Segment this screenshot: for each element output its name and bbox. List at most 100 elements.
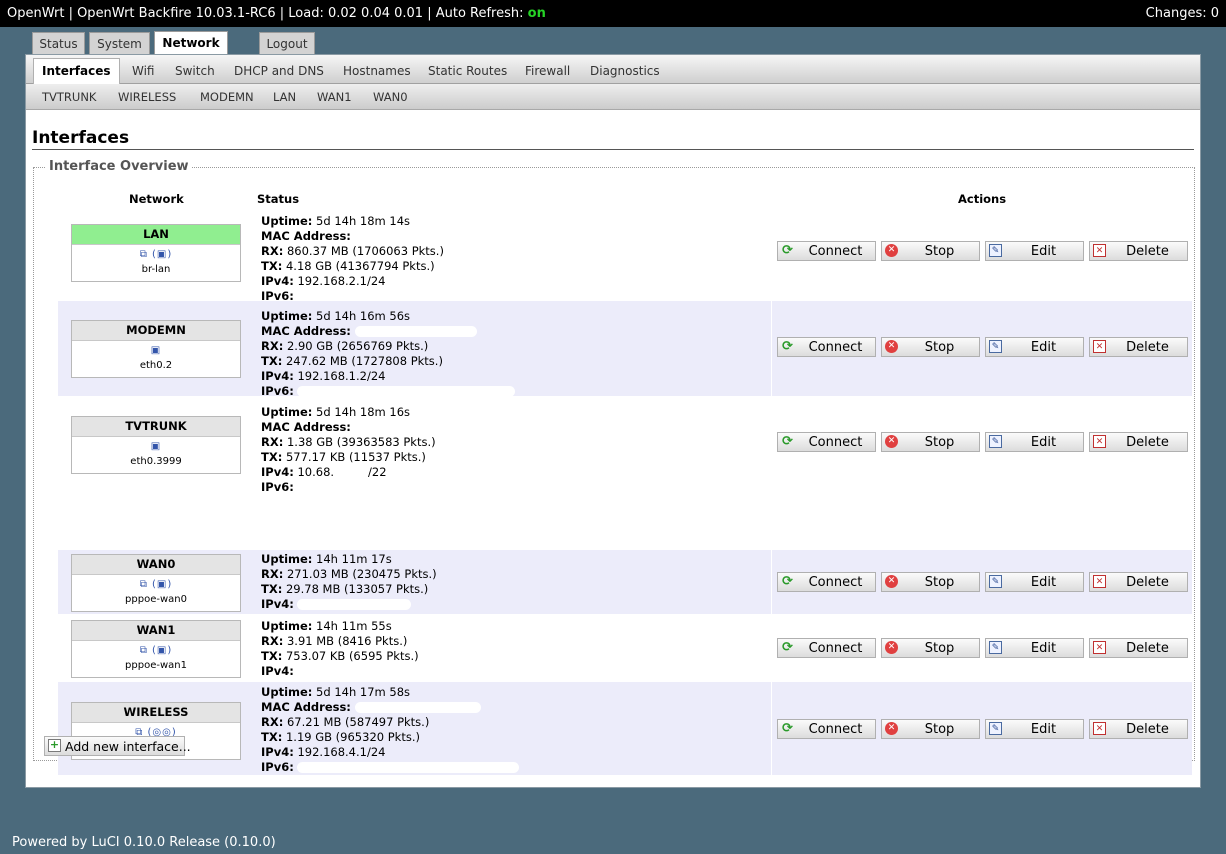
content-panel: Interfaces Wifi Switch DHCP and DNS Host… xyxy=(25,54,1201,788)
tab-logout[interactable]: Logout xyxy=(259,32,315,54)
delete-button[interactable]: ✕ Delete xyxy=(1089,432,1188,452)
network-name: MODEMN xyxy=(72,321,240,341)
iface-tab-wireless[interactable]: WIRELESS xyxy=(118,84,176,109)
redacted-value xyxy=(354,702,481,713)
subtab-hostnames[interactable]: Hostnames xyxy=(343,59,411,83)
interface-row-tvtrunk: TVTRUNK ▣ eth0.3999 Uptime: 5d 14h 18m 1… xyxy=(58,396,1192,494)
stop-icon: ✕ xyxy=(885,244,898,257)
interface-overview-legend: Interface Overview xyxy=(46,159,192,174)
edit-icon: ✎ xyxy=(989,641,1002,654)
interface-row-wireless: WIRELESS ⧉ (◎◎) br-wireless Uptime: 5d 1… xyxy=(58,682,1192,775)
sub-navigation: Interfaces Wifi Switch DHCP and DNS Host… xyxy=(26,55,1200,84)
delete-button[interactable]: ✕ Delete xyxy=(1089,719,1188,739)
subtab-diagnostics[interactable]: Diagnostics xyxy=(590,59,660,83)
reload-icon: ⟳ xyxy=(782,721,793,736)
system-info: OpenWrt | OpenWrt Backfire 10.03.1-RC6 |… xyxy=(7,6,546,21)
iface-tab-tvtrunk[interactable]: TVTRUNK xyxy=(42,84,96,109)
subtab-dhcp-dns[interactable]: DHCP and DNS xyxy=(234,59,324,83)
edit-icon: ✎ xyxy=(989,340,1002,353)
stop-button[interactable]: ✕ Stop xyxy=(881,241,980,261)
network-name: WAN0 xyxy=(72,555,240,575)
interface-row-wan1: WAN1 ⧉ (▣) pppoe-wan1 Uptime: 14h 11m 55… xyxy=(58,614,1192,682)
device-name: eth0.2 xyxy=(139,360,173,371)
network-name: LAN xyxy=(72,225,240,245)
connect-button[interactable]: ⟳ Connect xyxy=(777,572,876,592)
connect-button[interactable]: ⟳ Connect xyxy=(777,719,876,739)
edit-icon: ✎ xyxy=(989,244,1002,257)
iface-tab-wan0[interactable]: WAN0 xyxy=(373,84,408,109)
delete-icon: ✕ xyxy=(1093,575,1106,588)
stop-button[interactable]: ✕ Stop xyxy=(881,719,980,739)
interface-status: Uptime: 5d 14h 17m 58s MAC Address: RX: … xyxy=(261,685,520,775)
interface-row-modemn: MODEMN ▣ eth0.2 Uptime: 5d 14h 16m 56s M… xyxy=(58,301,1192,398)
tab-system[interactable]: System xyxy=(89,32,150,54)
connect-button[interactable]: ⟳ Connect xyxy=(777,241,876,261)
interface-row-wan0: WAN0 ⧉ (▣) pppoe-wan0 Uptime: 14h 11m 17… xyxy=(58,550,1192,614)
network-box: WAN1 ⧉ (▣) pppoe-wan1 xyxy=(71,620,241,678)
connect-button[interactable]: ⟳ Connect xyxy=(777,337,876,357)
changes-counter[interactable]: Changes: 0 xyxy=(1146,0,1219,28)
stop-button[interactable]: ✕ Stop xyxy=(881,337,980,357)
subtab-wifi[interactable]: Wifi xyxy=(132,59,155,83)
pppoe-icon: ⧉ (▣) xyxy=(139,579,173,590)
interface-status: Uptime: 5d 14h 18m 14s MAC Address: RX: … xyxy=(261,214,444,303)
subtab-switch[interactable]: Switch xyxy=(175,59,215,83)
edit-button[interactable]: ✎ Edit xyxy=(985,337,1084,357)
column-status: Status xyxy=(257,192,300,206)
footer-text: Powered by LuCI 0.10.0 Release (0.10.0) xyxy=(12,835,276,850)
edit-button[interactable]: ✎ Edit xyxy=(985,719,1084,739)
redacted-value xyxy=(297,599,412,610)
interface-status: Uptime: 14h 11m 55s RX: 3.91 MB (8416 Pk… xyxy=(261,619,419,678)
edit-button[interactable]: ✎ Edit xyxy=(985,638,1084,658)
stop-button[interactable]: ✕ Stop xyxy=(881,572,980,592)
stop-icon: ✕ xyxy=(885,435,898,448)
reload-icon: ⟳ xyxy=(782,640,793,655)
device-name: eth0.3999 xyxy=(130,456,182,467)
delete-button[interactable]: ✕ Delete xyxy=(1089,572,1188,592)
connect-button[interactable]: ⟳ Connect xyxy=(777,432,876,452)
edit-button[interactable]: ✎ Edit xyxy=(985,241,1084,261)
connect-button[interactable]: ⟳ Connect xyxy=(777,638,876,658)
stop-icon: ✕ xyxy=(885,340,898,353)
bridge-icon: ⧉ (▣) xyxy=(139,249,173,260)
delete-button[interactable]: ✕ Delete xyxy=(1089,638,1188,658)
tab-status[interactable]: Status xyxy=(32,32,85,54)
iface-tab-lan[interactable]: LAN xyxy=(273,84,296,109)
interface-navigation: TVTRUNK WIRELESS MODEMN LAN WAN1 WAN0 xyxy=(26,84,1200,110)
network-box: TVTRUNK ▣ eth0.3999 xyxy=(71,416,241,474)
edit-icon: ✎ xyxy=(989,435,1002,448)
edit-button[interactable]: ✎ Edit xyxy=(985,432,1084,452)
interface-status: Uptime: 5d 14h 18m 16s MAC Address: RX: … xyxy=(261,405,436,494)
subtab-firewall[interactable]: Firewall xyxy=(525,59,570,83)
reload-icon: ⟳ xyxy=(782,339,793,354)
add-interface-button[interactable]: + Add new interface... xyxy=(44,736,191,756)
add-icon: + xyxy=(48,738,61,752)
delete-icon: ✕ xyxy=(1093,340,1106,353)
stop-button[interactable]: ✕ Stop xyxy=(881,638,980,658)
page-title: Interfaces xyxy=(32,128,130,148)
iface-tab-wan1[interactable]: WAN1 xyxy=(317,84,352,109)
network-box: LAN ⧉ (▣) br-lan xyxy=(71,224,241,282)
delete-button[interactable]: ✕ Delete xyxy=(1089,241,1188,261)
delete-icon: ✕ xyxy=(1093,722,1106,735)
auto-refresh-toggle[interactable]: on xyxy=(528,6,546,21)
tab-network[interactable]: Network xyxy=(154,31,228,54)
delete-icon: ✕ xyxy=(1093,244,1106,257)
edit-button[interactable]: ✎ Edit xyxy=(985,572,1084,592)
reload-icon: ⟳ xyxy=(782,574,793,589)
interface-status: Uptime: 14h 11m 17s RX: 271.03 MB (23047… xyxy=(261,552,437,611)
stop-button[interactable]: ✕ Stop xyxy=(881,432,980,452)
stop-icon: ✕ xyxy=(885,722,898,735)
iface-tab-modemn[interactable]: MODEMN xyxy=(200,84,254,109)
subtab-interfaces[interactable]: Interfaces xyxy=(33,58,120,84)
network-name: WIRELESS xyxy=(72,703,240,723)
subtab-static-routes[interactable]: Static Routes xyxy=(428,59,507,83)
stop-icon: ✕ xyxy=(885,575,898,588)
title-divider xyxy=(32,149,1194,150)
interface-row-lan: LAN ⧉ (▣) br-lan Uptime: 5d 14h 18m 14s … xyxy=(58,206,1192,303)
column-network: Network xyxy=(129,192,184,206)
stop-icon: ✕ xyxy=(885,641,898,654)
network-name: WAN1 xyxy=(72,621,240,641)
reload-icon: ⟳ xyxy=(782,243,793,258)
delete-button[interactable]: ✕ Delete xyxy=(1089,337,1188,357)
